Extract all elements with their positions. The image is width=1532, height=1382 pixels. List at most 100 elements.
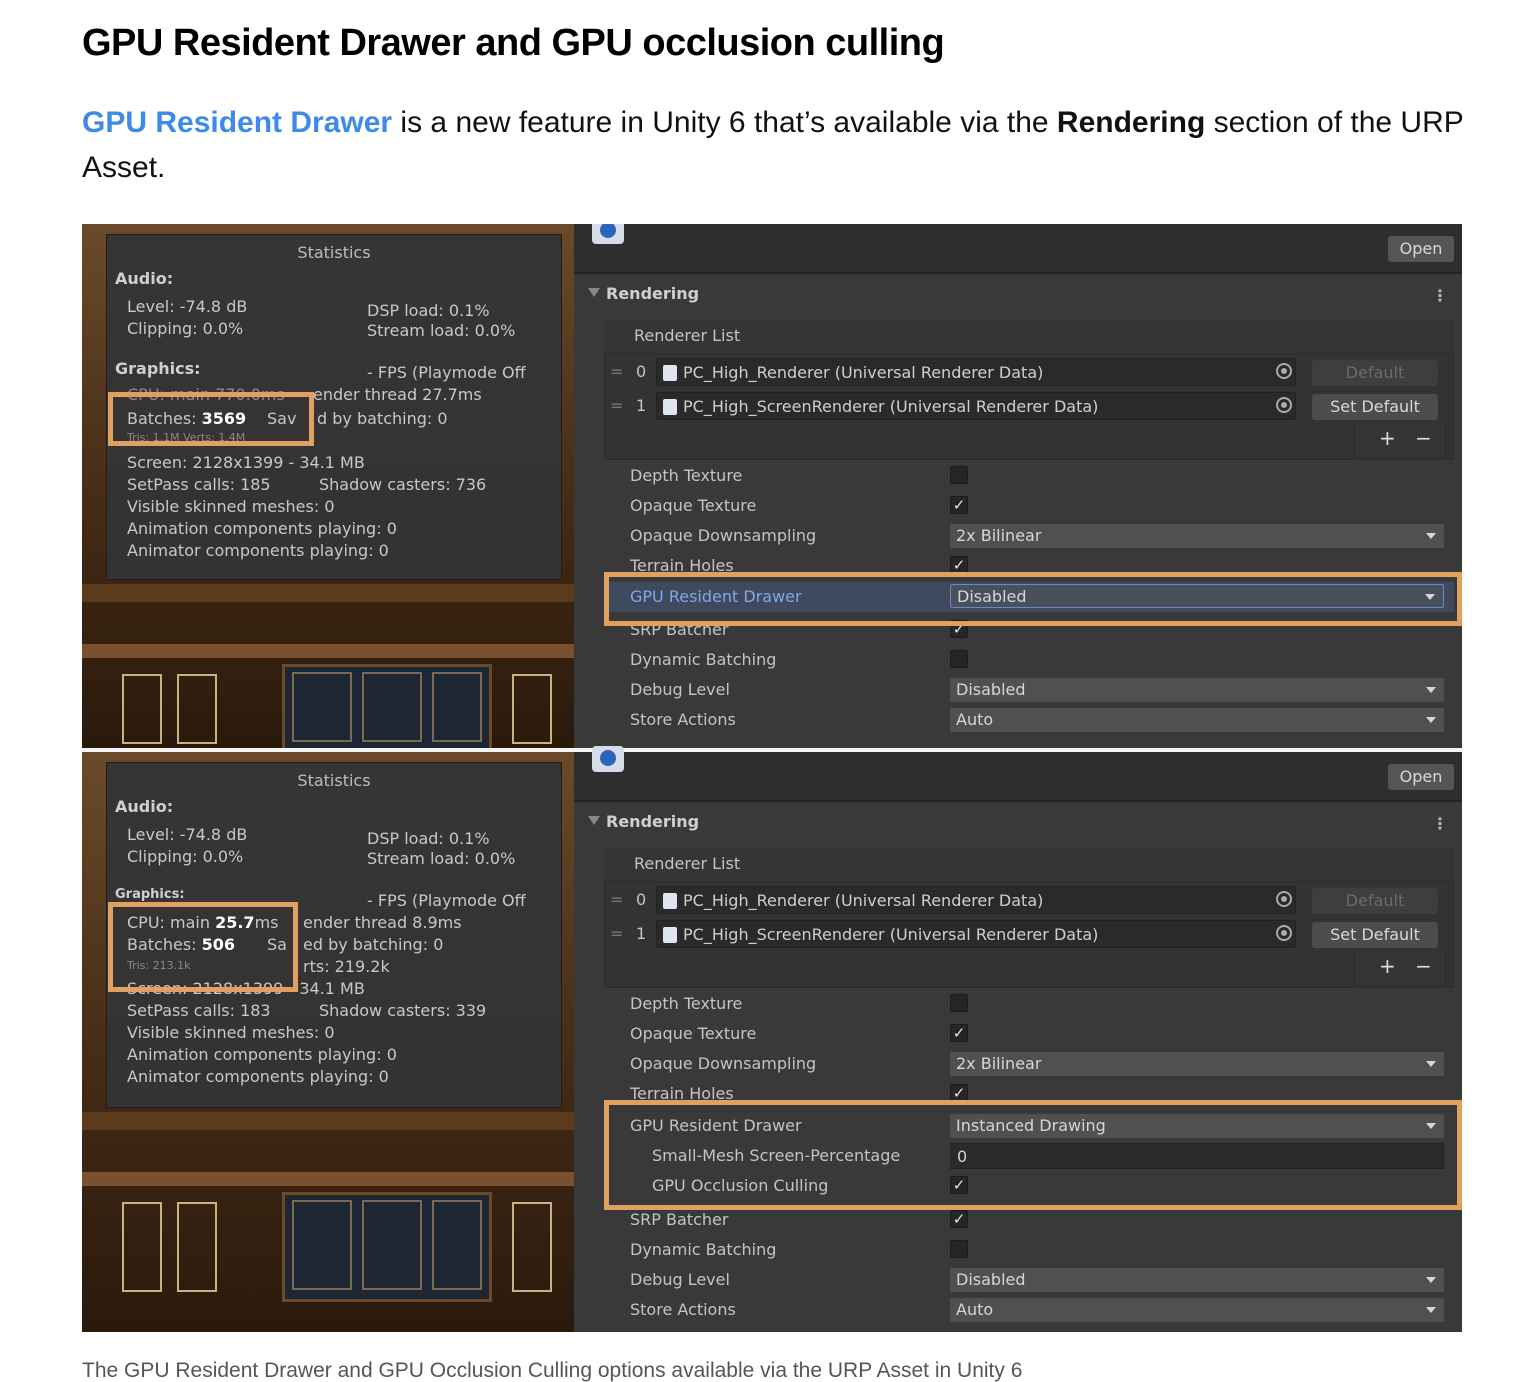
depth-texture-checkbox[interactable] bbox=[950, 466, 968, 484]
rendering-section-title[interactable]: Rendering bbox=[606, 812, 699, 831]
remove-renderer-button[interactable]: − bbox=[1415, 426, 1432, 450]
terrain-holes-checkbox[interactable]: ✓ bbox=[950, 1084, 968, 1102]
setpass-text: SetPass calls: 183 bbox=[127, 1001, 271, 1020]
dynamic-batching-checkbox[interactable] bbox=[950, 650, 968, 668]
drag-handle-icon[interactable]: = bbox=[610, 924, 623, 943]
intro-bold-rendering: Rendering bbox=[1056, 106, 1206, 139]
drag-handle-icon[interactable]: = bbox=[610, 362, 623, 381]
saved-by-batching-b: d by batching: 0 bbox=[317, 409, 448, 428]
graphics-header: Graphics: bbox=[115, 887, 185, 902]
gpu-resident-drawer-link[interactable]: GPU Resident Drawer bbox=[82, 106, 392, 139]
srp-batcher-checkbox[interactable]: ✓ bbox=[950, 1210, 968, 1228]
object-picker-icon[interactable] bbox=[1276, 925, 1292, 941]
opaque-texture-checkbox[interactable]: ✓ bbox=[950, 496, 968, 514]
setpass-text: SetPass calls: 185 bbox=[127, 475, 271, 494]
dsp-load: DSP load: 0.1% bbox=[367, 829, 490, 848]
batches-value: 3569 bbox=[201, 409, 247, 428]
audio-clipping: Clipping: 0.0% bbox=[127, 847, 244, 866]
foldout-triangle-icon[interactable] bbox=[588, 816, 600, 825]
opaque-downsampling-dropdown[interactable]: 2x Bilinear bbox=[950, 524, 1444, 548]
kebab-menu-icon[interactable]: ⋮ bbox=[1432, 286, 1448, 305]
chevron-down-icon bbox=[1425, 594, 1435, 600]
drag-handle-icon[interactable]: = bbox=[610, 890, 623, 909]
object-picker-icon[interactable] bbox=[1276, 397, 1292, 413]
shadow-casters-text: Shadow casters: 339 bbox=[319, 1001, 487, 1020]
gpu-resident-drawer-label: GPU Resident Drawer bbox=[630, 587, 802, 606]
inspector-after: Open Rendering ⋮ Renderer List = 0 PC_Hi… bbox=[574, 746, 1462, 1332]
add-renderer-button[interactable]: + bbox=[1379, 954, 1396, 978]
batches-text: Batches: 3569 bbox=[127, 409, 247, 428]
fps-text: - FPS (Playmode Off bbox=[367, 891, 526, 910]
renderer-field[interactable]: PC_High_ScreenRenderer (Universal Render… bbox=[656, 392, 1296, 420]
renderer-field[interactable]: PC_High_ScreenRenderer (Universal Render… bbox=[656, 920, 1296, 948]
stream-load: Stream load: 0.0% bbox=[367, 849, 516, 868]
renderer-row[interactable]: = 1 PC_High_ScreenRenderer (Universal Re… bbox=[604, 390, 1454, 422]
audio-level: Level: -74.8 dB bbox=[127, 825, 248, 844]
debug-level-label: Debug Level bbox=[630, 680, 730, 699]
set-default-button[interactable]: Set Default bbox=[1312, 394, 1438, 420]
saved-by-batching-b: ed by batching: 0 bbox=[303, 935, 444, 954]
debug-level-dropdown[interactable]: Disabled bbox=[950, 1268, 1444, 1292]
opaque-downsampling-dropdown[interactable]: 2x Bilinear bbox=[950, 1052, 1444, 1076]
depth-texture-checkbox[interactable] bbox=[950, 994, 968, 1012]
open-button[interactable]: Open bbox=[1388, 236, 1454, 262]
cpu-main-text: CPU: main 770.0ms bbox=[127, 385, 285, 404]
small-mesh-screen-percentage-field[interactable]: 0 bbox=[950, 1143, 1444, 1169]
gpu-resident-drawer-dropdown[interactable]: Instanced Drawing bbox=[950, 1114, 1444, 1138]
renderer-field[interactable]: PC_High_Renderer (Universal Renderer Dat… bbox=[656, 358, 1296, 386]
remove-renderer-button[interactable]: − bbox=[1415, 954, 1432, 978]
renderer-row[interactable]: = 1 PC_High_ScreenRenderer (Universal Re… bbox=[604, 918, 1454, 950]
opaque-downsampling-label: Opaque Downsampling bbox=[630, 526, 817, 545]
foldout-triangle-icon[interactable] bbox=[588, 288, 600, 297]
opaque-downsampling-label: Opaque Downsampling bbox=[630, 1054, 817, 1073]
chevron-down-icon bbox=[1426, 533, 1436, 539]
store-actions-dropdown[interactable]: Auto bbox=[950, 708, 1444, 732]
set-default-button[interactable]: Set Default bbox=[1312, 922, 1438, 948]
renderer-data-icon bbox=[663, 399, 677, 415]
inspector-before: Open Rendering ⋮ Renderer List = 0 PC_Hi… bbox=[574, 224, 1462, 748]
store-actions-label: Store Actions bbox=[630, 710, 736, 729]
add-renderer-button[interactable]: + bbox=[1379, 426, 1396, 450]
chevron-down-icon bbox=[1426, 1061, 1436, 1067]
renderer-data-icon bbox=[663, 893, 677, 909]
kebab-menu-icon[interactable]: ⋮ bbox=[1432, 814, 1448, 833]
object-picker-icon[interactable] bbox=[1276, 363, 1292, 379]
srp-batcher-label: SRP Batcher bbox=[630, 1210, 729, 1229]
opaque-texture-label: Opaque Texture bbox=[630, 496, 757, 515]
renderer-index: 1 bbox=[636, 924, 647, 943]
gpu-occlusion-culling-checkbox[interactable]: ✓ bbox=[950, 1176, 968, 1194]
open-button[interactable]: Open bbox=[1388, 764, 1454, 790]
scene-view-before: Statistics Audio: Level: -74.8 dB Clippi… bbox=[82, 224, 574, 748]
chevron-down-icon bbox=[1426, 1277, 1436, 1283]
renderer-data-icon bbox=[663, 927, 677, 943]
renderer-list-header: Renderer List bbox=[604, 848, 1454, 882]
gpu-resident-drawer-label: GPU Resident Drawer bbox=[630, 1116, 802, 1135]
renderer-row[interactable]: = 0 PC_High_Renderer (Universal Renderer… bbox=[604, 884, 1454, 916]
opaque-texture-checkbox[interactable]: ✓ bbox=[950, 1024, 968, 1042]
animator-components-text: Animator components playing: 0 bbox=[127, 1067, 389, 1086]
batches-text: Batches: 506 bbox=[127, 935, 236, 954]
opaque-texture-label: Opaque Texture bbox=[630, 1024, 757, 1043]
add-remove-controls: + − bbox=[1354, 424, 1446, 458]
debug-level-dropdown[interactable]: Disabled bbox=[950, 678, 1444, 702]
stream-load: Stream load: 0.0% bbox=[367, 321, 516, 340]
gpu-occlusion-culling-label: GPU Occlusion Culling bbox=[652, 1176, 829, 1195]
renderer-data-icon bbox=[663, 365, 677, 381]
dynamic-batching-checkbox[interactable] bbox=[950, 1240, 968, 1258]
statistics-overlay-after: Statistics Audio: Level: -74.8 dB Clippi… bbox=[106, 762, 562, 1108]
store-actions-dropdown[interactable]: Auto bbox=[950, 1298, 1444, 1322]
rendering-section-title[interactable]: Rendering bbox=[606, 284, 699, 303]
object-picker-icon[interactable] bbox=[1276, 891, 1292, 907]
renderer-row[interactable]: = 0 PC_High_Renderer (Universal Renderer… bbox=[604, 356, 1454, 388]
verts-text: rts: 219.2k bbox=[303, 957, 390, 976]
drag-handle-icon[interactable]: = bbox=[610, 396, 623, 415]
fps-text: - FPS (Playmode Off bbox=[367, 363, 526, 382]
srp-batcher-checkbox[interactable]: ✓ bbox=[950, 620, 968, 638]
store-actions-label: Store Actions bbox=[630, 1300, 736, 1319]
add-remove-controls: + − bbox=[1354, 952, 1446, 986]
gpu-resident-drawer-dropdown[interactable]: Disabled bbox=[950, 584, 1444, 608]
renderer-field[interactable]: PC_High_Renderer (Universal Renderer Dat… bbox=[656, 886, 1296, 914]
small-mesh-screen-percentage-label: Small-Mesh Screen-Percentage bbox=[652, 1146, 901, 1165]
terrain-holes-checkbox[interactable]: ✓ bbox=[950, 556, 968, 574]
screen-text: Screen: 2128x1399 - 34.1 MB bbox=[127, 979, 365, 998]
